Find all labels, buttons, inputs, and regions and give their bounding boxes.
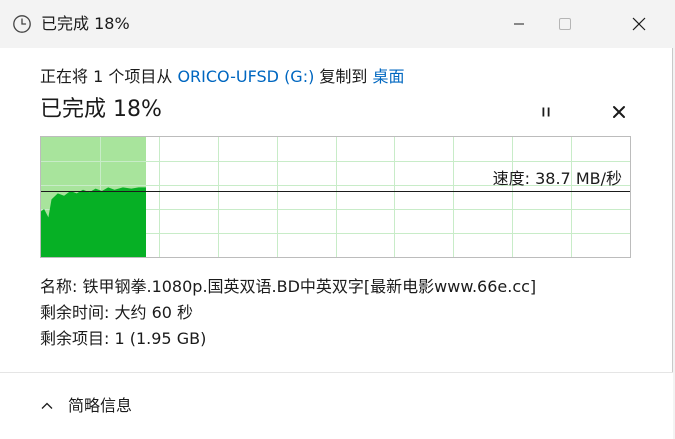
window-title: 已完成 18% — [41, 14, 130, 33]
close-icon — [632, 17, 646, 31]
items-remaining: 剩余项目: 1 (1.95 GB) — [40, 329, 207, 348]
copy-description: 正在将 1 个项目从 ORICO-UFSD (G:) 复制到 桌面 — [40, 66, 405, 88]
speed-label: 速度: 38.7 MB/秒 — [492, 169, 622, 188]
time-remaining: 剩余时间: 大约 60 秒 — [40, 303, 194, 322]
clock-icon — [12, 14, 32, 34]
minimize-icon — [514, 23, 524, 25]
transfer-speed-graph: 速度: 38.7 MB/秒 — [40, 136, 631, 258]
minimize-button[interactable] — [496, 0, 542, 48]
cancel-button[interactable] — [607, 100, 631, 124]
chevron-up-icon — [41, 402, 53, 409]
less-details-toggle[interactable]: 简略信息 — [40, 395, 132, 417]
copy-prefix: 正在将 1 个项目从 — [40, 67, 178, 86]
close-icon — [613, 106, 625, 118]
less-details-label: 简略信息 — [68, 396, 133, 415]
progress-status: 已完成 18% — [40, 97, 162, 122]
pause-button[interactable] — [534, 100, 558, 124]
footer: 简略信息 — [0, 372, 673, 439]
copy-middle: 复制到 — [314, 67, 373, 86]
close-window-button[interactable] — [616, 0, 662, 48]
maximize-button[interactable] — [542, 0, 588, 48]
source-link[interactable]: ORICO-UFSD (G:) — [177, 67, 314, 86]
copy-progress-window: 已完成 18% 正在将 1 个项目从 ORICO-UFSD (G:) 复制到 桌… — [0, 0, 673, 439]
maximize-icon — [559, 18, 571, 30]
pause-icon — [542, 107, 550, 117]
destination-link[interactable]: 桌面 — [373, 67, 405, 86]
file-name: 名称: 铁甲钢拳.1080p.国英双语.BD中英双字[最新电影www.66e.c… — [40, 277, 537, 296]
details-panel: 名称: 铁甲钢拳.1080p.国英双语.BD中英双字[最新电影www.66e.c… — [40, 274, 536, 352]
speed-area — [41, 187, 146, 257]
title-bar[interactable]: 已完成 18% — [0, 0, 673, 48]
speed-graph-canvas — [41, 137, 630, 257]
